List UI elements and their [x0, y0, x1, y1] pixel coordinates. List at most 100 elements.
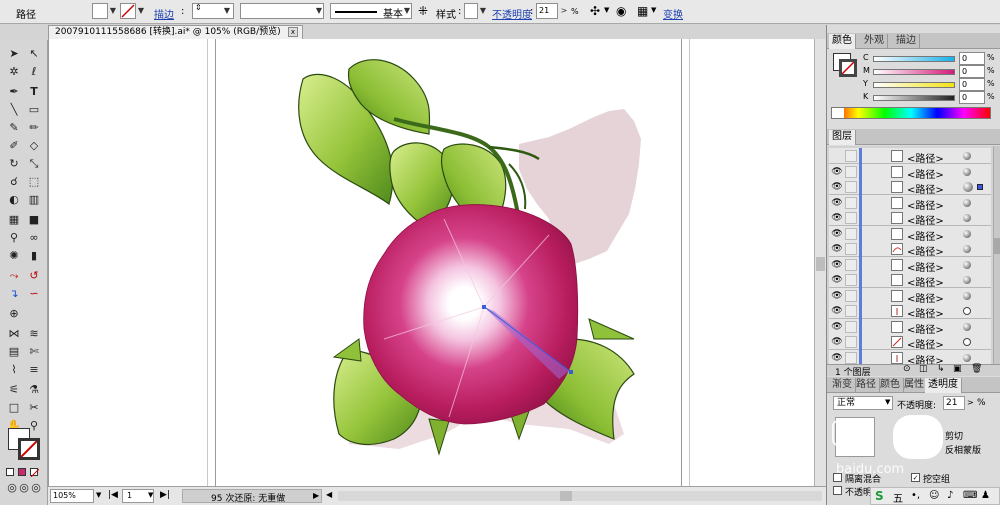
tab-stroke[interactable]: 描边 [893, 34, 920, 49]
lock-toggle[interactable] [845, 320, 857, 333]
wubi-icon[interactable]: 五 [893, 490, 903, 505]
fill-dropdown-icon[interactable]: ▼ [108, 3, 118, 19]
free-transform-tool-icon[interactable]: ⬚ [24, 174, 44, 190]
graph-tool-icon[interactable]: ⌇ [4, 362, 24, 378]
column-graph-tool-icon[interactable]: ▮ [24, 248, 44, 264]
color-stroke-swatch[interactable] [839, 59, 857, 77]
anchor-point-tool-icon[interactable]: ⤳ [4, 268, 24, 284]
visibility-eye-icon[interactable]: 👁 [831, 166, 843, 178]
locate-object-icon[interactable]: ⊙ [903, 364, 911, 374]
live-paint-tool-icon[interactable]: ⚗ [24, 382, 44, 398]
selection-indicator[interactable] [977, 184, 983, 190]
variable-width-dropdown-icon[interactable]: ▼ [314, 3, 324, 19]
artboard-canvas[interactable] [48, 39, 814, 486]
lock-toggle[interactable] [845, 289, 857, 302]
lock-toggle[interactable] [845, 227, 857, 240]
target-circle-icon[interactable] [963, 260, 971, 269]
convert-anchor-tool-icon[interactable]: ↺ [24, 268, 44, 284]
lock-toggle[interactable] [845, 336, 857, 348]
knockout-group-checkbox[interactable]: ✓ [911, 473, 920, 482]
visibility-eye-icon[interactable]: 👁 [831, 321, 843, 333]
tab-gradient[interactable]: 渐变 [829, 378, 856, 393]
tab-appearance[interactable]: 外观 [861, 34, 888, 49]
black-slider[interactable]: K 0 % [863, 91, 1000, 104]
slice-tool-icon[interactable]: ≋ [24, 326, 44, 342]
opacity-field[interactable]: 21 [536, 3, 558, 19]
pencil-tool-icon[interactable]: ✏ [24, 120, 44, 136]
document-tab[interactable]: 200791011155868​6 [转换].ai* @ 105% (RGB/预… [48, 25, 303, 39]
layer-row[interactable]: 👁 <路径> [829, 287, 991, 305]
scroll-thumb[interactable] [816, 257, 825, 271]
yellow-slider[interactable]: Y 0 % [863, 78, 1000, 91]
paintbrush-tool-icon[interactable]: ✎ [4, 120, 24, 136]
scale-tool-icon[interactable]: ⤡ [24, 156, 44, 172]
direct-selection-tool-icon[interactable]: ↖ [24, 46, 44, 62]
layer-row[interactable]: 👁 <路径> [829, 318, 991, 336]
visibility-eye-icon[interactable]: 👁 [831, 259, 843, 271]
tab-color[interactable]: 颜色 [829, 34, 856, 49]
list-tool-icon[interactable]: ≡ [24, 362, 44, 378]
crosshair-tool-icon[interactable]: ⊕ [4, 306, 24, 322]
lock-toggle[interactable] [845, 274, 857, 286]
lock-toggle[interactable] [845, 196, 857, 209]
new-layer-icon[interactable]: ▣ [953, 364, 962, 374]
lock-toggle[interactable] [845, 243, 857, 255]
layer-row[interactable]: 👁 <路径> [829, 303, 991, 320]
visibility-eye-icon[interactable]: 👁 [831, 352, 843, 364]
visibility-eye-icon[interactable]: 👁 [831, 274, 843, 286]
gradient-tool-icon[interactable]: ■ [24, 212, 44, 228]
brush-style-field[interactable]: 基本 [330, 3, 412, 20]
target-circle-icon[interactable] [963, 198, 971, 207]
selection-tool-icon[interactable]: ➤ [4, 46, 24, 62]
blend-mode-select[interactable]: 正常 [833, 396, 893, 410]
transparency-opacity-arrow-icon[interactable]: > [967, 398, 974, 407]
target-circle-icon[interactable] [963, 167, 971, 176]
perspective-grid-tool-icon[interactable]: ▥ [24, 192, 44, 208]
blob-brush-tool-icon[interactable]: ✐ [4, 138, 24, 154]
stroke-swatch[interactable] [120, 3, 136, 19]
scroll-left-icon[interactable]: ◀ [326, 490, 332, 499]
first-page-icon[interactable]: |◀ [108, 490, 118, 500]
transparency-opacity-field[interactable]: 21 [943, 396, 965, 410]
target-circle-icon[interactable] [963, 214, 971, 222]
layer-row[interactable]: 👁 <路径> [829, 241, 991, 258]
type-tool-icon[interactable]: T [24, 84, 44, 100]
color-spectrum[interactable] [831, 107, 991, 119]
tab-layers[interactable]: 图层 [829, 130, 856, 145]
eyedropper-tool-icon[interactable]: ⚲ [4, 230, 24, 246]
layer-row[interactable]: 👁 <路径> [829, 256, 991, 274]
gradient-mode-icon[interactable] [18, 468, 26, 476]
visibility-eye-icon[interactable]: 👁 [831, 305, 843, 317]
lock-toggle[interactable] [845, 305, 857, 317]
h-scroll-thumb[interactable] [560, 491, 572, 501]
zoom-dropdown-icon[interactable]: ▼ [96, 491, 101, 499]
align-icon[interactable]: ▦ [637, 4, 648, 18]
opacity-link[interactable]: 不透明度 [492, 6, 532, 21]
lock-toggle[interactable] [845, 258, 857, 271]
target-circle-icon[interactable] [963, 353, 971, 362]
measure-tool-icon[interactable]: ⚟ [4, 382, 24, 398]
tab-pathfinder[interactable]: 路径 [853, 378, 880, 393]
blend-tool-icon[interactable]: ∞ [24, 230, 44, 246]
magic-wand-tool-icon[interactable]: ✲ [4, 64, 24, 80]
cyan-slider[interactable]: C 0 % [863, 52, 1000, 65]
magenta-slider[interactable]: M 0 % [863, 65, 1000, 78]
target-circle-icon[interactable] [963, 182, 973, 192]
keyboard-icon[interactable]: ⌨ [963, 490, 977, 501]
layer-row[interactable]: 👁 <路径> [829, 334, 991, 351]
visibility-eye-icon[interactable]: 👁 [831, 212, 843, 224]
table-tool-icon[interactable]: ▤ [4, 344, 24, 360]
page-dropdown-icon[interactable]: ▼ [148, 491, 153, 499]
layers-scrollbar[interactable] [993, 146, 1000, 364]
warp-tool-icon[interactable]: ☌ [4, 174, 24, 190]
stroke-weight-dropdown-icon[interactable]: ▼ [222, 3, 232, 19]
crop-tool-icon[interactable]: □ [4, 400, 24, 416]
knife-tool-icon[interactable]: ✄ [24, 344, 44, 360]
pen-tool-icon[interactable]: ✒ [4, 84, 24, 100]
target-circle-icon[interactable] [963, 322, 971, 331]
stepper-icon[interactable]: ⇕ [195, 3, 202, 12]
color-mode-icon[interactable] [6, 468, 14, 476]
layer-row[interactable]: 👁 <路径> [829, 349, 991, 364]
layer-row[interactable]: 👁 <路径> [829, 163, 991, 181]
rectangle-tool-icon[interactable]: ▭ [24, 102, 44, 118]
